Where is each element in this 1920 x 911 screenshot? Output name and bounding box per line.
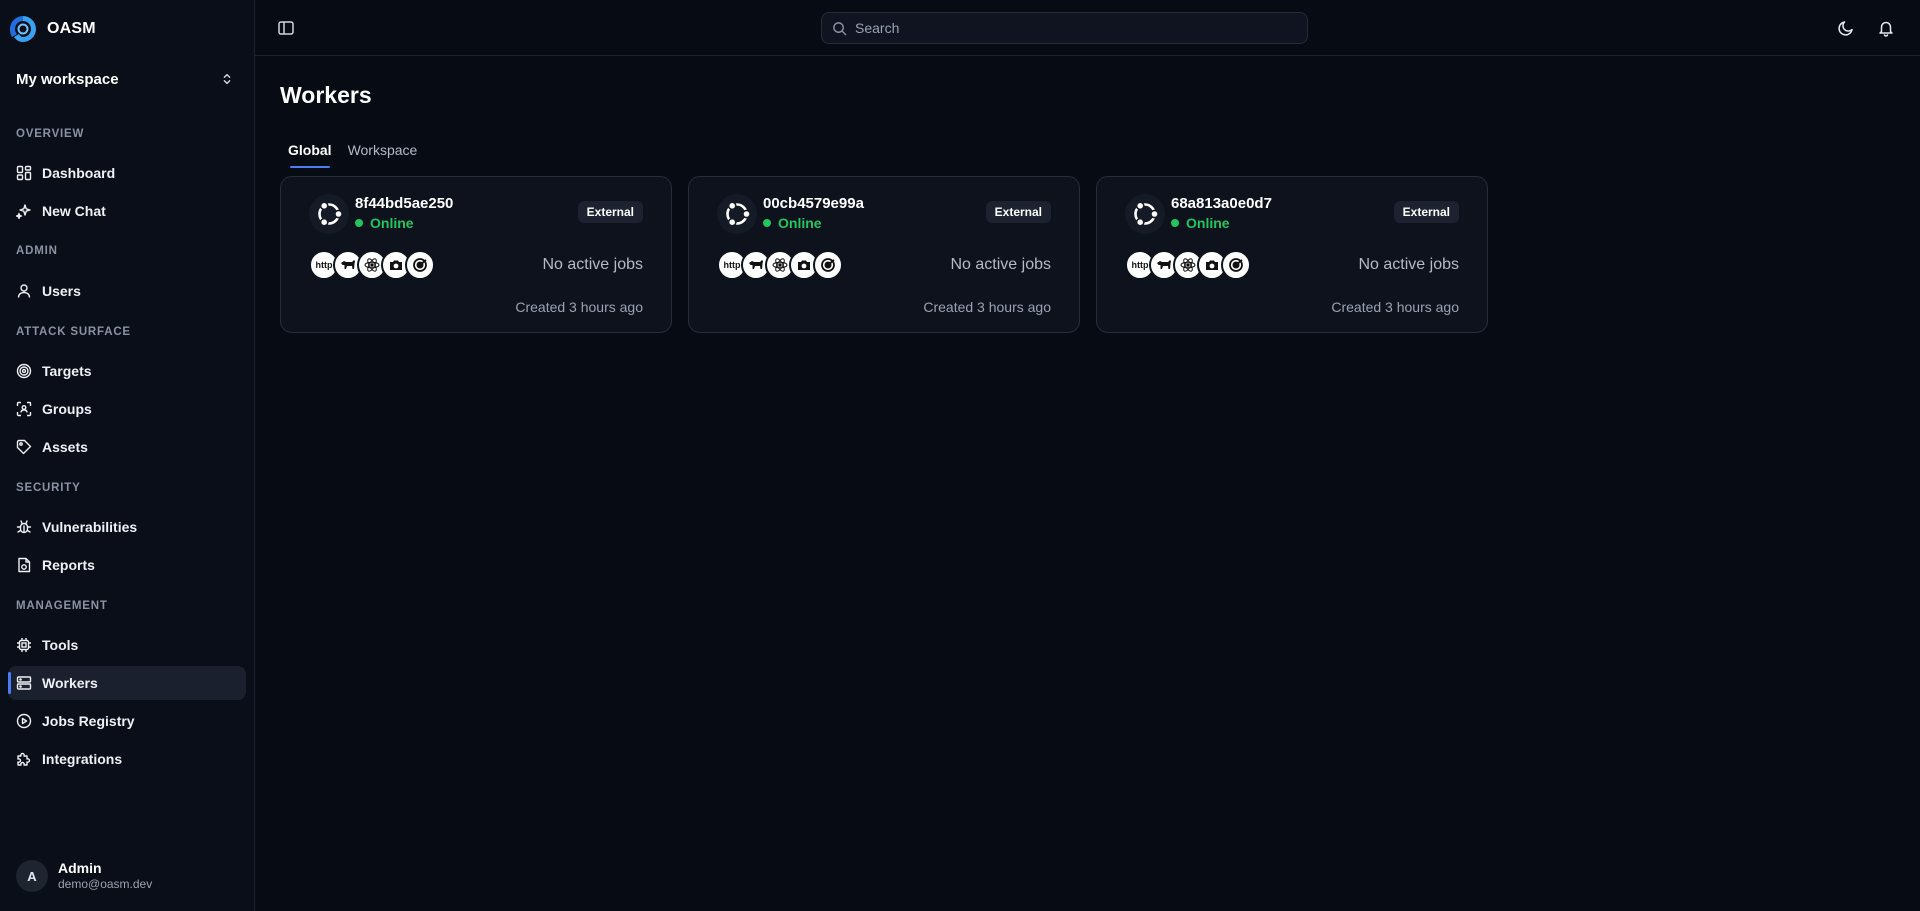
worker-type-badge: External [985, 201, 1051, 223]
worker-type-badge: External [577, 201, 643, 223]
report-icon [18, 557, 31, 573]
sidebar-item-label: Users [42, 283, 81, 299]
section-label-admin: ADMIN [16, 245, 58, 257]
sidebar-item-label: Integrations [42, 751, 123, 767]
sidebar-item-label: Groups [42, 401, 92, 417]
worker-status: Online [1171, 215, 1230, 231]
target-icon [16, 363, 32, 379]
user-icon [17, 284, 31, 298]
workspace-switcher[interactable]: My workspace [8, 64, 242, 94]
sidebar-item-label: Tools [42, 637, 79, 653]
worker-card[interactable]: 00cb4579e99a Online External http No act… [688, 176, 1080, 333]
sidebar-item-label: Vulnerabilities [42, 519, 138, 535]
worker-card[interactable]: 8f44bd5ae250 Online External http No act… [280, 176, 672, 333]
avatar: A [16, 860, 48, 892]
sparkles-icon [16, 204, 31, 219]
tab-workspace[interactable]: Workspace [340, 140, 426, 168]
worker-id: 68a813a0e0d7 [1171, 195, 1272, 212]
sidebar-item-label: Workers [42, 675, 98, 691]
workspace-name: My workspace [16, 70, 119, 88]
sidebar-item-users[interactable]: Users [8, 274, 246, 308]
sidebar-item-label: Jobs Registry [42, 713, 135, 729]
sidebar-item-label: New Chat [42, 203, 106, 219]
brand[interactable]: OASM [8, 14, 96, 44]
worker-status: Online [763, 215, 822, 231]
worker-tools: http [309, 250, 435, 280]
ubuntu-icon [309, 194, 349, 234]
sidebar-item-label: Assets [42, 439, 88, 455]
status-dot [355, 219, 363, 227]
sidebar-item-workers[interactable]: Workers [8, 666, 246, 700]
active-jobs-text: No active jobs [950, 256, 1052, 273]
sidebar-item-tools[interactable]: Tools [8, 628, 246, 662]
section-label-overview: OVERVIEW [16, 128, 85, 140]
status-text: Online [370, 215, 414, 231]
active-jobs-text: No active jobs [542, 256, 644, 273]
status-dot [763, 219, 771, 227]
worker-status: Online [355, 215, 414, 231]
radar-tool-icon [405, 250, 435, 280]
page-title: Workers [280, 82, 372, 108]
sidebar-item-label: Dashboard [42, 165, 116, 181]
sidebar-toggle-icon[interactable] [277, 19, 295, 37]
sidebar-item-integrations[interactable]: Integrations [8, 742, 246, 776]
puzzle-icon [17, 752, 31, 766]
radar-tool-icon [813, 250, 843, 280]
worker-id: 00cb4579e99a [763, 195, 864, 212]
status-text: Online [778, 215, 822, 231]
sidebar-item-label: Targets [42, 363, 92, 379]
worker-card[interactable]: 68a813a0e0d7 Online External http No act… [1096, 176, 1488, 333]
bug-icon [16, 520, 32, 534]
sidebar-item-dashboard[interactable]: Dashboard [8, 156, 246, 190]
worker-tools: http [1125, 250, 1251, 280]
sidebar-item-vulnerabilities[interactable]: Vulnerabilities [8, 510, 246, 544]
active-jobs-text: No active jobs [1358, 256, 1460, 273]
topbar [255, 0, 1920, 56]
app-name: OASM [47, 20, 96, 37]
worker-type-badge: External [1393, 201, 1459, 223]
section-label-security: SECURITY [16, 482, 81, 494]
search-input[interactable] [855, 20, 1275, 36]
tag-icon [16, 439, 32, 455]
oasm-logo-icon [10, 16, 36, 42]
sidebar-item-new-chat[interactable]: New Chat [8, 194, 246, 228]
status-dot [1171, 219, 1179, 227]
play-circle-icon [16, 713, 32, 729]
sidebar: OASM My workspace OVERVIEW Dashboard New… [0, 0, 255, 911]
sidebar-item-jobs-registry[interactable]: Jobs Registry [8, 704, 246, 738]
worker-tools: http [717, 250, 843, 280]
chip-icon [17, 638, 31, 652]
moon-icon[interactable] [1837, 19, 1855, 37]
sidebar-item-targets[interactable]: Targets [8, 354, 246, 388]
search-box[interactable] [821, 12, 1308, 44]
created-time: Created 3 hours ago [1331, 299, 1459, 315]
sidebar-item-label: Reports [42, 557, 95, 573]
dashboard-grid-icon [16, 165, 32, 181]
section-label-attack-surface: ATTACK SURFACE [16, 326, 131, 338]
tab-global[interactable]: Global [280, 140, 340, 168]
ubuntu-icon [717, 194, 757, 234]
worker-id: 8f44bd5ae250 [355, 195, 454, 212]
bell-icon[interactable] [1877, 19, 1895, 37]
server-icon [16, 676, 32, 690]
created-time: Created 3 hours ago [515, 299, 643, 315]
status-text: Online [1186, 215, 1230, 231]
user-profile[interactable]: A Admin demo@oasm.dev [16, 860, 152, 892]
sidebar-item-assets[interactable]: Assets [8, 430, 246, 464]
search-icon [833, 21, 847, 35]
user-name: Admin [58, 860, 102, 876]
user-email: demo@oasm.dev [58, 877, 153, 891]
section-label-management: MANAGEMENT [16, 600, 108, 612]
group-scan-icon [16, 401, 32, 417]
created-time: Created 3 hours ago [923, 299, 1051, 315]
radar-tool-icon [1221, 250, 1251, 280]
sidebar-item-reports[interactable]: Reports [8, 548, 246, 582]
ubuntu-icon [1125, 194, 1165, 234]
chevrons-up-down-icon [223, 73, 231, 85]
worker-tabs: Global Workspace [280, 140, 425, 168]
sidebar-item-groups[interactable]: Groups [8, 392, 246, 426]
